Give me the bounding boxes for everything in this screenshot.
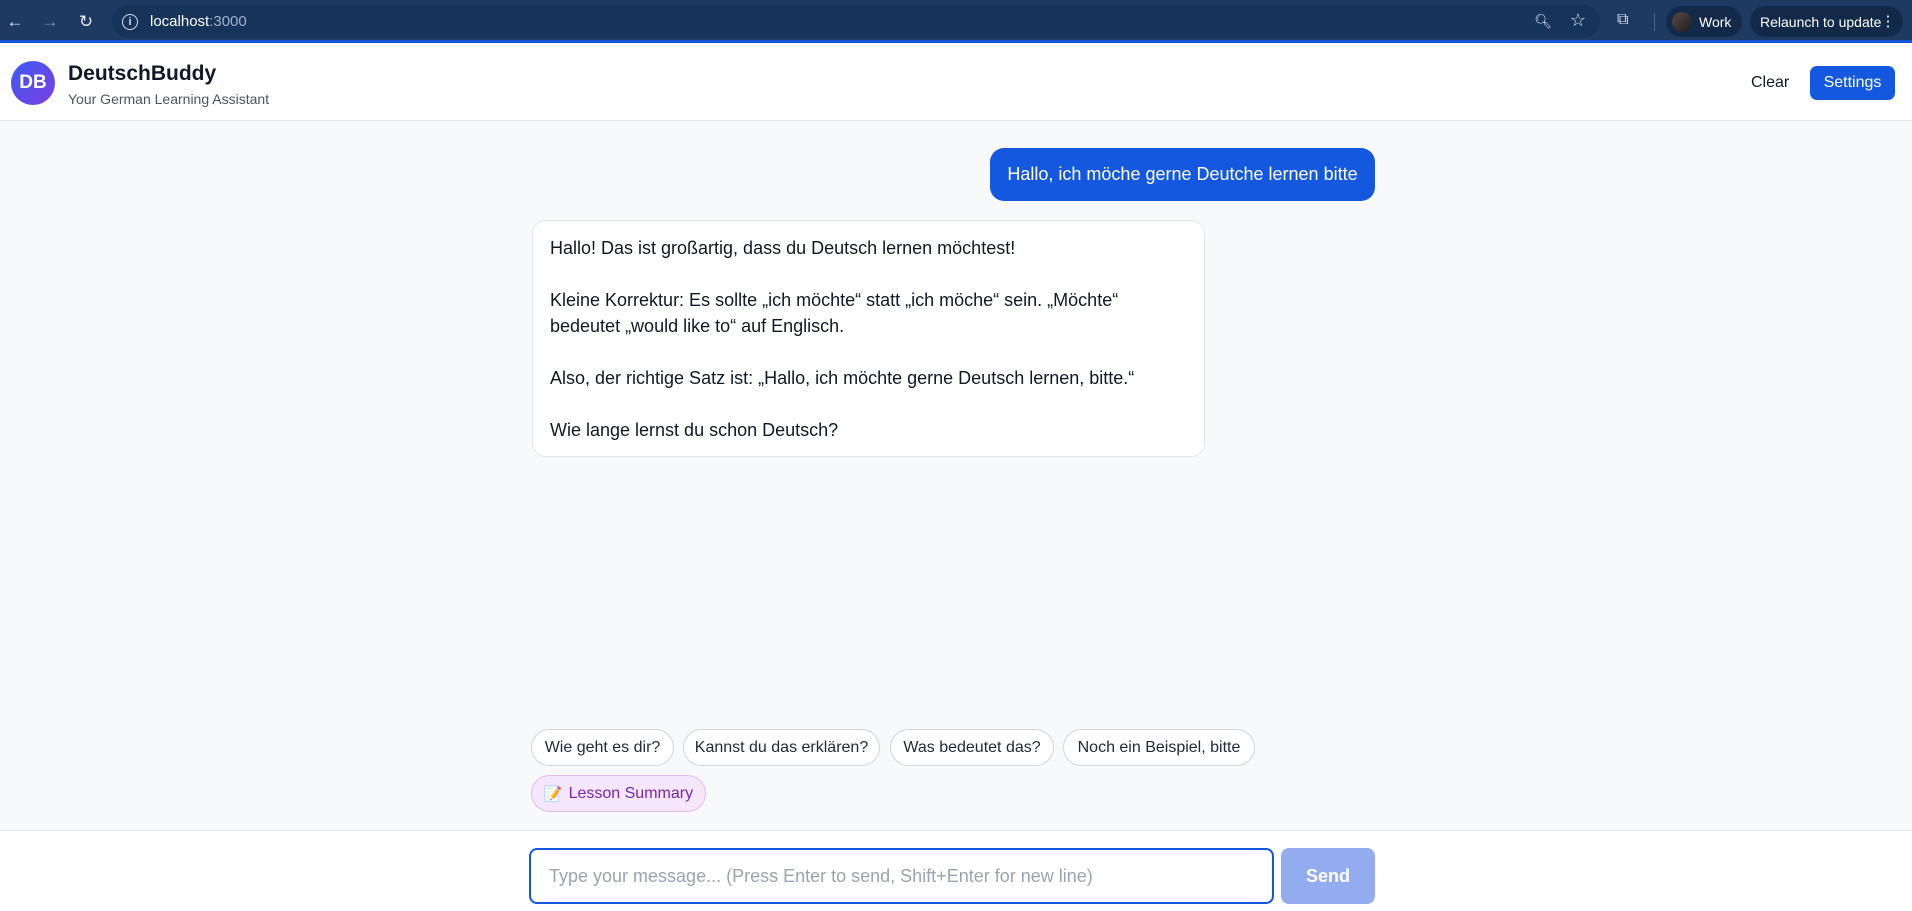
app-subtitle: Your German Learning Assistant bbox=[68, 91, 270, 107]
assistant-message-paragraph: Kleine Korrektur: Es sollte „ich möchte“… bbox=[550, 290, 1119, 336]
memo-icon: 📝 bbox=[543, 785, 563, 803]
assistant-message-paragraph: Wie lange lernst du schon Deutsch? bbox=[550, 420, 839, 440]
back-arrow-icon[interactable]: ← bbox=[3, 10, 27, 34]
user-message-bubble: Hallo, ich möche gerne Deutche lernen bi… bbox=[990, 148, 1375, 201]
settings-button[interactable]: Settings bbox=[1810, 66, 1895, 100]
suggestion-chip[interactable]: Wie geht es dir? bbox=[531, 729, 674, 766]
site-info-icon[interactable]: i bbox=[122, 13, 138, 30]
clear-button[interactable]: Clear bbox=[1740, 66, 1800, 100]
extensions-puzzle-icon[interactable]: ⧉ bbox=[1617, 11, 1628, 29]
zoom-icon[interactable]: 🔍︎ bbox=[1534, 13, 1552, 30]
browser-toolbar: ← → ↻ i localhost:3000 🔍︎ ☆ ⧉ Work Relau… bbox=[0, 0, 1912, 43]
relaunch-label: Relaunch to update bbox=[1760, 13, 1882, 30]
forward-arrow-icon[interactable]: → bbox=[38, 10, 62, 34]
suggestion-chip[interactable]: Was bedeutet das? bbox=[890, 729, 1054, 766]
app-header: DB DeutschBuddy Your German Learning Ass… bbox=[0, 43, 1912, 121]
assistant-message-paragraph: Hallo! Das ist großartig, dass du Deutsc… bbox=[550, 238, 1016, 258]
lesson-summary-label: Lesson Summary bbox=[568, 784, 694, 802]
send-button[interactable]: Send bbox=[1281, 848, 1375, 904]
profile-button[interactable]: Work bbox=[1666, 6, 1743, 37]
suggestion-chip[interactable]: Kannst du das erklären? bbox=[683, 729, 880, 766]
assistant-message-paragraph: Also, der richtige Satz ist: „Hallo, ich… bbox=[550, 368, 1135, 388]
address-bar[interactable]: i localhost:3000 🔍︎ ☆ bbox=[112, 5, 1600, 38]
composer-bar: Send bbox=[0, 830, 1912, 911]
profile-avatar bbox=[1672, 11, 1692, 32]
assistant-message-bubble: Hallo! Das ist großartig, dass du Deutsc… bbox=[532, 220, 1205, 457]
lesson-summary-button[interactable]: 📝 Lesson Summary bbox=[531, 775, 706, 812]
profile-label: Work bbox=[1699, 13, 1732, 30]
toolbar-divider bbox=[1654, 13, 1655, 31]
reload-icon[interactable]: ↻ bbox=[74, 10, 98, 34]
url-host: localhost bbox=[150, 13, 210, 30]
bookmark-star-icon[interactable]: ☆ bbox=[1570, 10, 1586, 31]
logo-avatar: DB bbox=[11, 61, 55, 105]
message-input[interactable] bbox=[529, 848, 1274, 904]
app-title: DeutschBuddy bbox=[68, 62, 217, 85]
suggestion-chip[interactable]: Noch ein Beispiel, bitte bbox=[1063, 729, 1255, 766]
relaunch-update-button[interactable]: Relaunch to update ⋮ bbox=[1750, 6, 1904, 37]
url-port: :3000 bbox=[209, 13, 247, 30]
more-menu-icon[interactable]: ⋮ bbox=[1880, 12, 1895, 30]
